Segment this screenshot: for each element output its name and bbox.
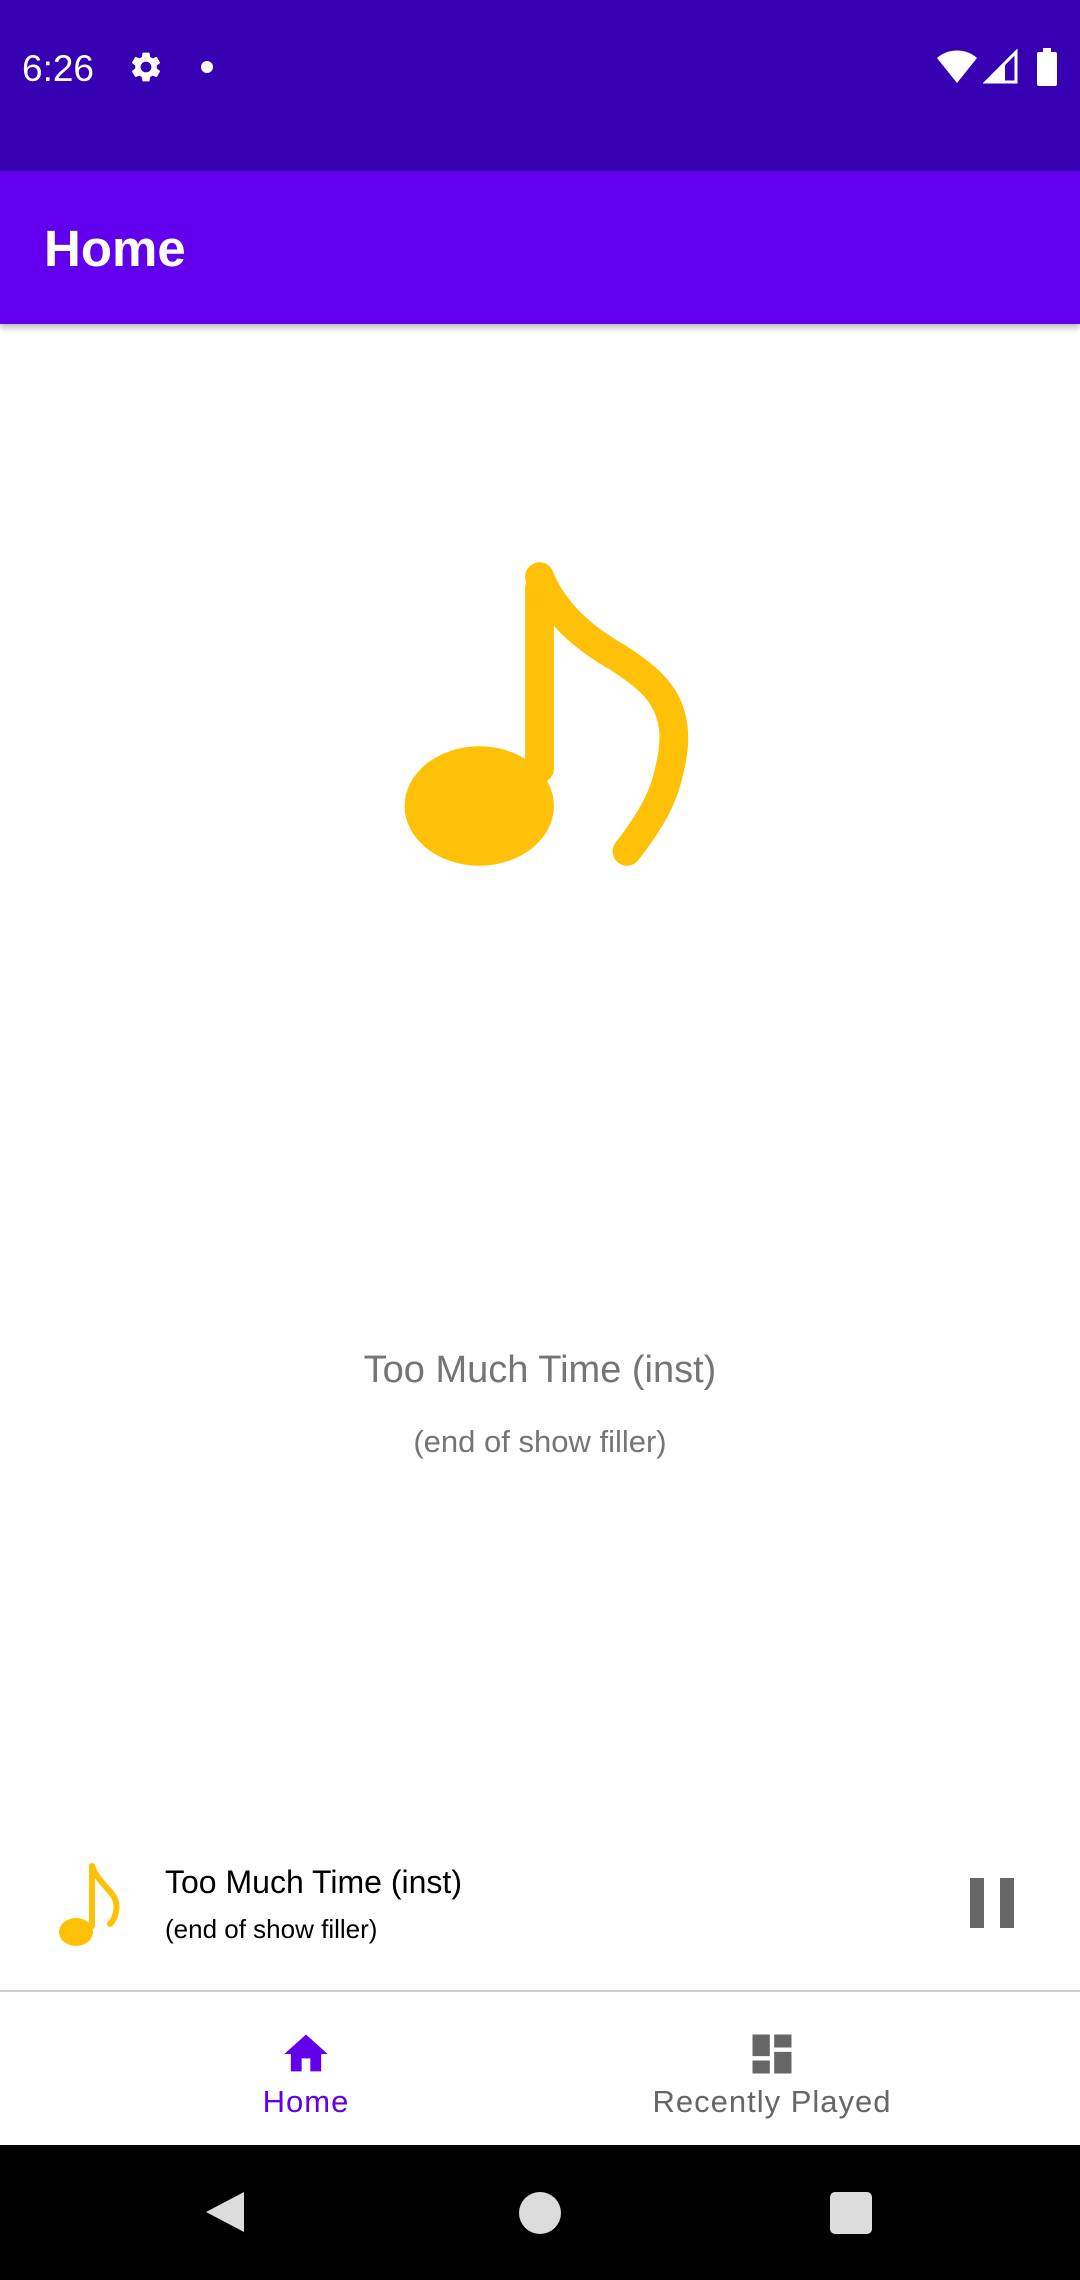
system-navigation-bar xyxy=(0,2145,1080,2280)
nav-item-home[interactable]: Home xyxy=(36,1992,576,2145)
signal-icon xyxy=(983,49,1018,84)
recents-square-icon[interactable] xyxy=(830,2192,872,2234)
home-icon xyxy=(284,2034,328,2072)
gear-icon xyxy=(131,52,161,82)
back-icon[interactable] xyxy=(202,2188,248,2236)
battery-icon xyxy=(1037,48,1057,86)
mini-player-subtitle: (end of show filler) xyxy=(165,1914,378,1944)
page-title: Home xyxy=(44,220,186,277)
notification-dot-icon xyxy=(201,61,213,73)
home-circle-icon[interactable] xyxy=(519,2192,561,2234)
status-time: 6:26 xyxy=(22,48,95,89)
mini-player[interactable]: Too Much Time (inst) (end of show filler… xyxy=(0,1818,1080,1992)
screen: 6:26 Home Too Much Time (inst) (end of s… xyxy=(0,0,1080,2280)
app-bar: Home xyxy=(0,171,1080,324)
nav-label-recently-played: Recently Played xyxy=(652,2084,892,2119)
now-playing-panel: Too Much Time (inst) (end of show filler… xyxy=(0,324,1080,1992)
music-note-icon xyxy=(404,562,689,866)
music-note-icon xyxy=(59,1863,120,1946)
pause-icon[interactable] xyxy=(958,1868,1026,1938)
mini-player-title: Too Much Time (inst) xyxy=(165,1864,462,1900)
nav-label-home: Home xyxy=(262,2084,350,2119)
track-title: Too Much Time (inst) xyxy=(363,1349,717,1391)
track-subtitle: (end of show filler) xyxy=(413,1424,667,1459)
status-bar: 6:26 xyxy=(0,0,1080,171)
dashboard-icon xyxy=(752,2034,792,2074)
bottom-navigation: Home Recently Played xyxy=(0,1992,1080,2145)
nav-item-recently-played[interactable]: Recently Played xyxy=(502,1992,1042,2145)
wifi-icon xyxy=(937,50,977,83)
